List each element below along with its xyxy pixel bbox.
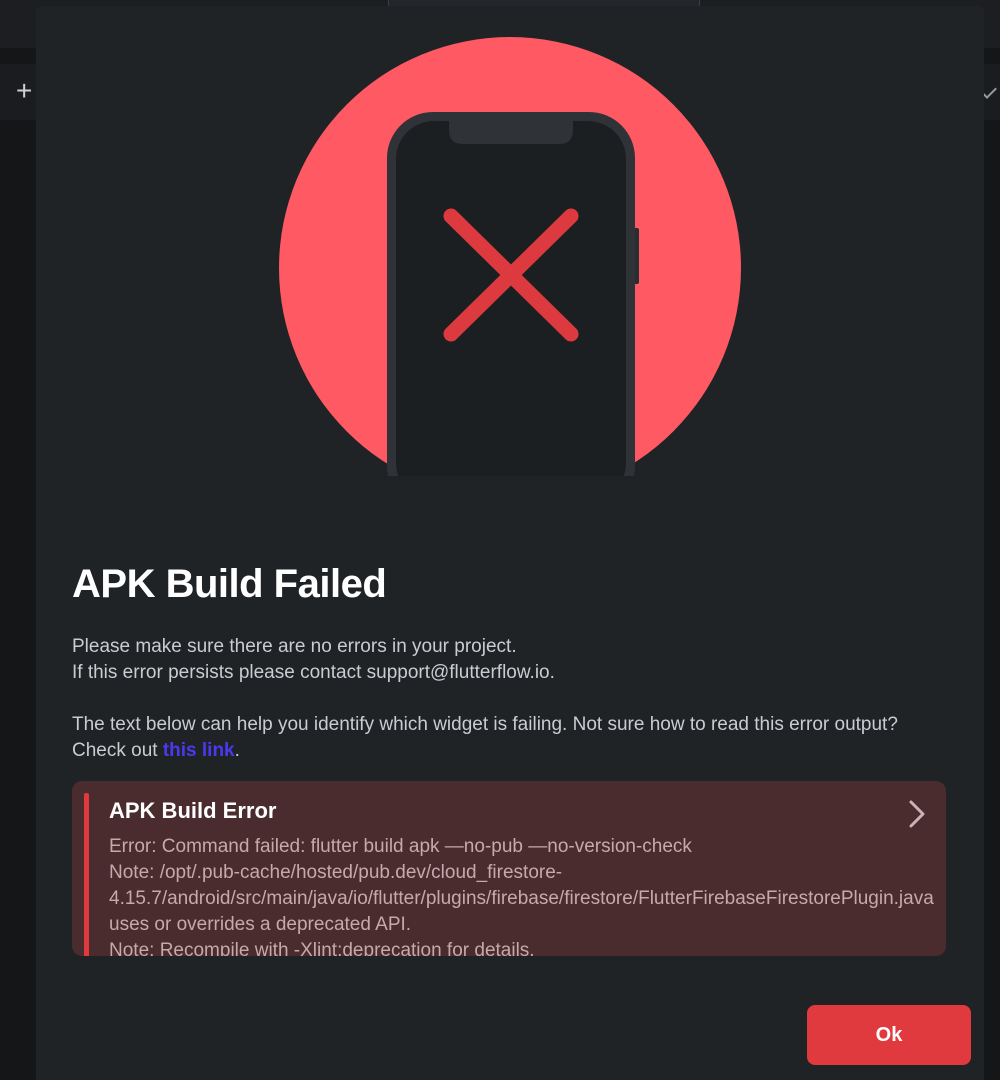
dialog-message-line1: Please make sure there are no errors in … (72, 636, 517, 657)
help-link[interactable]: this link (163, 740, 235, 761)
error-accent-bar (84, 793, 89, 956)
dialog-message-line2: If this error persists please contact su… (72, 662, 555, 683)
dialog-title: APK Build Failed (72, 562, 387, 606)
phone-error-illustration (279, 36, 741, 476)
add-icon: + (16, 75, 33, 106)
error-panel-title: APK Build Error (109, 798, 277, 823)
build-failed-dialog: APK Build Failed Please make sure there … (36, 6, 984, 1080)
error-output: Error: Command failed: flutter build apk… (109, 836, 934, 956)
help-text-end: . (234, 740, 240, 761)
chevron-right-icon[interactable] (904, 799, 930, 829)
error-panel[interactable]: APK Build Error Error: Command failed: f… (72, 781, 946, 956)
help-paragraph: The text below can help you identify whi… (72, 712, 932, 764)
ok-button[interactable]: Ok (807, 1005, 971, 1065)
